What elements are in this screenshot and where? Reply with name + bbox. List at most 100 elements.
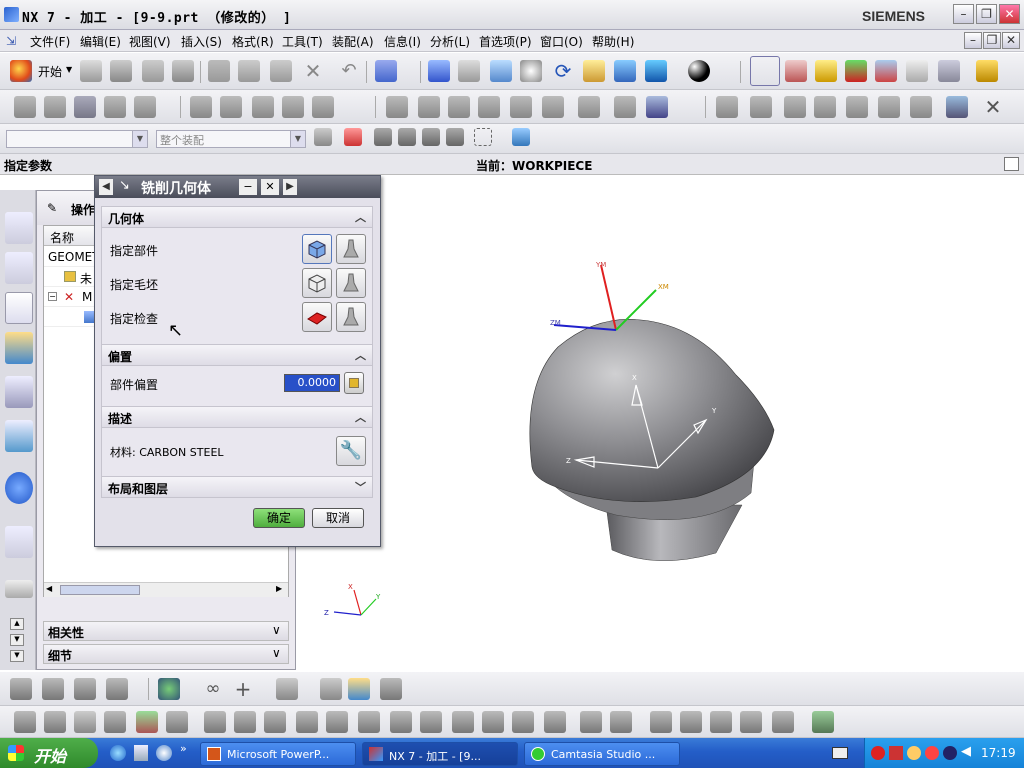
quicklaunch-desktop-icon[interactable] bbox=[134, 745, 148, 761]
specify-check-button[interactable] bbox=[302, 302, 332, 332]
start-button[interactable]: 开始 bbox=[0, 738, 98, 768]
graphics-window[interactable]: YM XM ZM X Y Z X Y Z bbox=[296, 175, 1024, 672]
save-icon[interactable] bbox=[142, 60, 164, 82]
tray-icon-1[interactable] bbox=[871, 746, 885, 760]
feature-icon-16[interactable] bbox=[482, 711, 504, 733]
operation-icon-22[interactable] bbox=[814, 96, 836, 118]
lock-icon[interactable] bbox=[344, 372, 364, 394]
undo-icon[interactable]: ↶ bbox=[338, 60, 360, 82]
start-icon[interactable] bbox=[10, 60, 32, 82]
filter-icon-6[interactable] bbox=[446, 128, 464, 146]
operation-icon-19[interactable] bbox=[716, 96, 738, 118]
operation-icon-10[interactable] bbox=[312, 96, 334, 118]
close-icon[interactable]: ✕ bbox=[982, 96, 1004, 118]
feature-icon-8[interactable] bbox=[234, 711, 256, 733]
volume-icon[interactable]: ◀ bbox=[961, 744, 971, 759]
quicklaunch-more-icon[interactable]: » bbox=[180, 742, 187, 755]
feature-icon-26[interactable] bbox=[812, 711, 834, 733]
tray-icon-4[interactable] bbox=[925, 746, 939, 760]
tool-icon[interactable] bbox=[815, 60, 837, 82]
section-description-header[interactable]: 描述 ︿ bbox=[101, 406, 373, 428]
status-expand-icon[interactable] bbox=[1004, 157, 1019, 171]
feature-icon-10[interactable] bbox=[296, 711, 318, 733]
menu-tools[interactable]: 工具(T) bbox=[282, 33, 323, 50]
new-file-icon[interactable] bbox=[80, 60, 102, 82]
filter-icon-5[interactable] bbox=[422, 128, 440, 146]
operation-icon-7[interactable] bbox=[220, 96, 242, 118]
chevron-down-icon[interactable]: ∨ bbox=[272, 623, 281, 637]
task-powerpoint[interactable]: Microsoft PowerP... bbox=[200, 742, 356, 766]
tool-library-icon[interactable] bbox=[5, 420, 33, 452]
operation-icon-14[interactable] bbox=[478, 96, 500, 118]
operation-icon-24[interactable] bbox=[878, 96, 900, 118]
operation-icon-13[interactable] bbox=[448, 96, 470, 118]
copy-icon[interactable] bbox=[238, 60, 260, 82]
menu-analysis[interactable]: 分析(L) bbox=[430, 33, 470, 50]
filter-icon-3[interactable] bbox=[374, 128, 392, 146]
operation-icon-18[interactable] bbox=[614, 96, 636, 118]
machine-tool-navigator-icon[interactable] bbox=[5, 332, 33, 364]
feature-icon-12[interactable] bbox=[358, 711, 380, 733]
feature-icon-6[interactable] bbox=[166, 711, 188, 733]
fit-icon[interactable] bbox=[428, 60, 450, 82]
tray-icon-5[interactable] bbox=[943, 746, 957, 760]
feature-icon-5[interactable] bbox=[136, 711, 158, 733]
close-button[interactable]: ✕ bbox=[999, 4, 1020, 24]
type-filter-select[interactable]: ▼ bbox=[6, 130, 148, 148]
section-offset-header[interactable]: 偏置 ︿ bbox=[101, 344, 373, 366]
feature-icon-25[interactable] bbox=[772, 711, 794, 733]
selection-info-icon[interactable] bbox=[375, 60, 397, 82]
operation-icon-25[interactable] bbox=[910, 96, 932, 118]
part-offset-input[interactable]: 0.0000 bbox=[284, 374, 340, 392]
info-icon[interactable] bbox=[5, 472, 33, 504]
scroll-end-icon[interactable]: ▼ bbox=[10, 650, 24, 662]
feature-icon-23[interactable] bbox=[710, 711, 732, 733]
menu-information[interactable]: 信息(I) bbox=[384, 33, 421, 50]
bottom-icon-4[interactable] bbox=[106, 678, 128, 700]
feature-icon-17[interactable] bbox=[512, 711, 534, 733]
feature-icon-22[interactable] bbox=[680, 711, 702, 733]
task-camtasia[interactable]: Camtasia Studio ... bbox=[524, 742, 680, 766]
tray-icon-2[interactable] bbox=[889, 746, 903, 760]
feature-icon-18[interactable] bbox=[544, 711, 566, 733]
feature-icon-24[interactable] bbox=[740, 711, 762, 733]
display-blank-button[interactable] bbox=[336, 268, 366, 298]
filter-icon-7[interactable] bbox=[474, 128, 492, 146]
feature-icon-1[interactable] bbox=[14, 711, 36, 733]
menu-preferences[interactable]: 首选项(P) bbox=[479, 33, 532, 50]
specify-part-button[interactable] bbox=[302, 234, 332, 264]
feature-icon-4[interactable] bbox=[104, 711, 126, 733]
display-check-button[interactable] bbox=[336, 302, 366, 332]
scroll-down-icon[interactable]: ▼ bbox=[10, 634, 24, 646]
horizontal-scrollbar[interactable]: ◀ ▶ bbox=[44, 582, 288, 597]
section-related[interactable]: 相关性 ∨ bbox=[43, 621, 289, 641]
shop-doc-icon[interactable] bbox=[646, 96, 668, 118]
operation-icon-8[interactable] bbox=[252, 96, 274, 118]
generate-path-icon[interactable] bbox=[845, 60, 867, 82]
assembly-navigator-icon[interactable] bbox=[5, 212, 33, 244]
dialog-title-bar[interactable]: ◀ ↘ 铣削几何体 − ✕ ▶ bbox=[95, 176, 380, 198]
section-details[interactable]: 细节 ∨ bbox=[43, 644, 289, 664]
pin-icon[interactable]: ✎ bbox=[47, 201, 57, 215]
section-layout-header[interactable]: 布局和图层 ﹀ bbox=[101, 476, 373, 498]
paste-icon[interactable] bbox=[270, 60, 292, 82]
menu-format[interactable]: 格式(R) bbox=[232, 33, 274, 50]
menu-insert[interactable]: 插入(S) bbox=[181, 33, 222, 50]
chevron-down-icon[interactable]: ∨ bbox=[272, 646, 281, 660]
filter-icon-1[interactable] bbox=[314, 128, 332, 146]
operation-icon-6[interactable] bbox=[190, 96, 212, 118]
bottom-icon-5[interactable] bbox=[158, 678, 180, 700]
doc-close-button[interactable]: ✕ bbox=[1002, 32, 1020, 49]
feature-icon-19[interactable] bbox=[580, 711, 602, 733]
chevron-up-icon[interactable]: ︿ bbox=[355, 209, 366, 225]
cancel-button[interactable]: 取消 bbox=[312, 508, 364, 528]
scroll-up-icon[interactable]: ▲ bbox=[10, 618, 24, 630]
operation-icon-3[interactable] bbox=[74, 96, 96, 118]
operation-navigator-icon[interactable] bbox=[5, 292, 33, 324]
pan-icon[interactable] bbox=[583, 60, 605, 82]
rotate-icon[interactable]: ⟳ bbox=[552, 60, 574, 82]
bottom-icon-1[interactable] bbox=[10, 678, 32, 700]
chevron-up-icon[interactable]: ︿ bbox=[355, 409, 366, 425]
menu-assembly[interactable]: 装配(A) bbox=[332, 33, 374, 50]
dialog-next-icon[interactable]: ▶ bbox=[283, 179, 297, 195]
